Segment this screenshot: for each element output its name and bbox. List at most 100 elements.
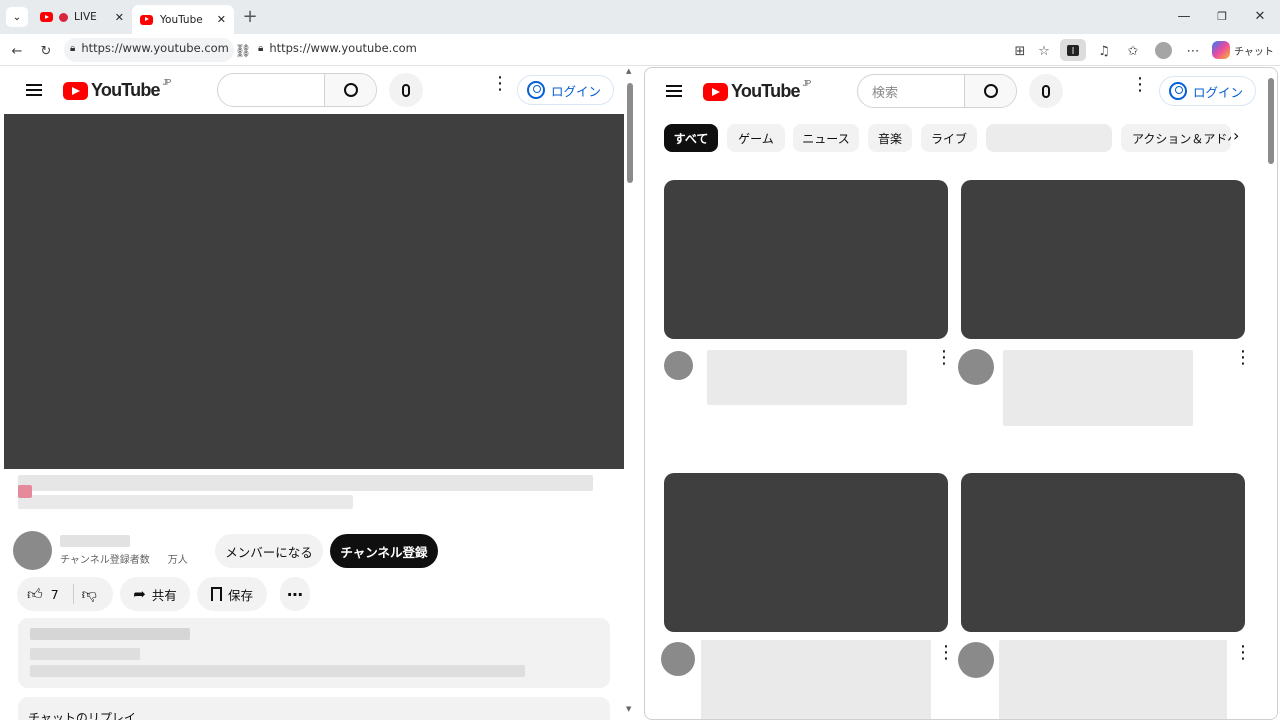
search-button[interactable] (964, 75, 1016, 107)
chip-news[interactable]: ニュース (793, 124, 859, 152)
video-title-blurred[interactable] (707, 350, 907, 405)
video-menu-icon[interactable]: ⋮ (1234, 644, 1252, 662)
app-available-icon[interactable]: ⊞ (1011, 42, 1029, 60)
close-tab-icon[interactable]: ✕ (217, 13, 226, 26)
channel-name-blurred[interactable] (60, 535, 130, 547)
login-label: ログイン (551, 83, 602, 99)
left-pane-watch-page: YouTube JP ⋮ ログイン チャンネル登録者数 万人 メンバーになる チ… (0, 67, 640, 720)
profile-avatar[interactable] (1155, 42, 1172, 59)
copilot-button[interactable]: チャット (1212, 39, 1274, 61)
chip-live[interactable]: ライブ (921, 124, 977, 152)
more-actions-button[interactable]: ⋯ (280, 577, 310, 611)
youtube-logo-icon (63, 81, 88, 100)
scrollbar-thumb[interactable] (1268, 78, 1274, 164)
subscribe-button[interactable]: チャンネル登録 (330, 534, 438, 568)
chat-replay-label: チャットのリプレイ (28, 711, 136, 720)
channel-avatar[interactable] (958, 642, 994, 678)
scroll-up-icon[interactable]: ▲ (626, 67, 631, 75)
restore-button[interactable]: ❐ (1205, 4, 1239, 28)
chip-action-adventure[interactable]: アクション＆アドベ (1121, 124, 1231, 152)
menu-icon[interactable] (26, 84, 42, 96)
channel-subscriber-count: チャンネル登録者数 万人 (60, 551, 188, 566)
video-player[interactable] (4, 114, 624, 469)
url-text: https://www.youtube.com (81, 41, 229, 55)
settings-dots-icon[interactable]: ⋮ (491, 75, 509, 93)
close-tab-icon[interactable]: ✕ (115, 11, 124, 24)
more-menu-icon[interactable]: ⋯ (1184, 42, 1202, 60)
video-thumbnail[interactable] (664, 473, 948, 632)
save-button[interactable]: 保存 (197, 577, 267, 611)
tab-live[interactable]: LIVE ✕ (34, 5, 130, 29)
chevron-down-icon: ⌄ (12, 11, 22, 23)
chevron-right-icon[interactable]: › (1233, 126, 1239, 145)
channel-avatar[interactable] (664, 351, 693, 380)
chip-music[interactable]: 音楽 (868, 124, 912, 152)
like-count: 7 (50, 586, 59, 602)
back-icon[interactable]: ← (8, 42, 26, 60)
video-title-blurred-line2 (18, 495, 353, 509)
right-scrollbar[interactable] (1265, 68, 1277, 719)
channel-avatar[interactable] (661, 642, 695, 676)
share-button[interactable]: ➦ 共有 (120, 577, 190, 611)
chip-gaming[interactable]: ゲーム (727, 124, 785, 152)
video-title-blurred[interactable] (1003, 350, 1193, 426)
search-box[interactable] (217, 73, 377, 107)
split-screen-button[interactable] (1060, 39, 1086, 61)
split-link-icon[interactable]: ⛓ (234, 42, 252, 60)
login-button[interactable]: ログイン (1159, 76, 1257, 106)
channel-avatar[interactable] (13, 531, 52, 570)
refresh-icon[interactable]: ↻ (37, 42, 55, 60)
video-thumbnail[interactable] (961, 180, 1245, 339)
tab-label: LIVE (74, 11, 97, 23)
tab-actions-menu[interactable]: ⌄ (6, 7, 28, 27)
voice-search-button[interactable] (389, 73, 423, 107)
address-bar: ← ↻ 🔒︎ https://www.youtube.com ⛓ 🔒︎ http… (0, 34, 1280, 66)
login-button[interactable]: ログイン (517, 75, 615, 105)
split-screen-icon (1067, 44, 1079, 56)
channel-avatar[interactable] (958, 349, 994, 385)
description-meta-blurred (30, 628, 190, 640)
chip-all[interactable]: すべて (664, 124, 718, 152)
scrollbar-thumb[interactable] (627, 83, 633, 183)
chip-blurred[interactable] (986, 124, 1112, 152)
url-field-right[interactable]: 🔒︎ https://www.youtube.com (258, 41, 417, 55)
new-tab-button[interactable]: + (240, 6, 260, 28)
search-box[interactable]: 検索 (857, 74, 1017, 108)
video-thumbnail[interactable] (664, 180, 948, 339)
logo-region: JP (802, 79, 812, 88)
settings-dots-icon[interactable]: ⋮ (1131, 76, 1149, 94)
left-scrollbar[interactable]: ▲ ▼ (624, 67, 636, 720)
youtube-logo-icon (703, 82, 728, 101)
video-title-blurred[interactable] (701, 640, 931, 719)
thumbs-up-icon[interactable]: 👍︎ (27, 585, 43, 604)
scroll-down-icon[interactable]: ▼ (626, 705, 631, 713)
copilot-icon (1212, 41, 1230, 59)
youtube-favicon-icon (140, 14, 153, 25)
close-window-button[interactable]: ✕ (1243, 4, 1277, 28)
video-thumbnail[interactable] (961, 473, 1245, 632)
thumbs-down-icon[interactable]: 👎︎ (82, 585, 97, 604)
video-menu-icon[interactable]: ⋮ (1234, 349, 1252, 367)
youtube-logo[interactable]: YouTube JP (63, 78, 171, 101)
minimize-button[interactable]: — (1167, 4, 1201, 28)
divider (72, 584, 74, 604)
description-box[interactable] (18, 618, 610, 688)
search-input[interactable]: 検索 (858, 75, 964, 107)
join-membership-button[interactable]: メンバーになる (215, 534, 323, 568)
chat-replay-box[interactable]: チャットのリプレイ (18, 697, 610, 720)
youtube-logo[interactable]: YouTube JP (703, 79, 812, 102)
voice-search-button[interactable] (1029, 74, 1063, 108)
tab-youtube[interactable]: YouTube ✕ (132, 5, 234, 34)
media-control-icon[interactable]: ♫ (1095, 42, 1113, 60)
search-input[interactable] (218, 74, 324, 106)
search-button[interactable] (324, 74, 376, 106)
video-title-blurred[interactable] (999, 640, 1227, 719)
video-menu-icon[interactable]: ⋮ (937, 644, 955, 662)
account-icon (527, 81, 545, 99)
favorites-icon[interactable]: ✩ (1124, 42, 1142, 60)
menu-icon[interactable] (666, 85, 682, 97)
description-text-blurred-2 (30, 665, 525, 677)
url-field-left[interactable]: 🔒︎ https://www.youtube.com (70, 41, 229, 55)
video-menu-icon[interactable]: ⋮ (935, 349, 953, 367)
favorite-star-icon[interactable]: ☆ (1035, 42, 1053, 60)
